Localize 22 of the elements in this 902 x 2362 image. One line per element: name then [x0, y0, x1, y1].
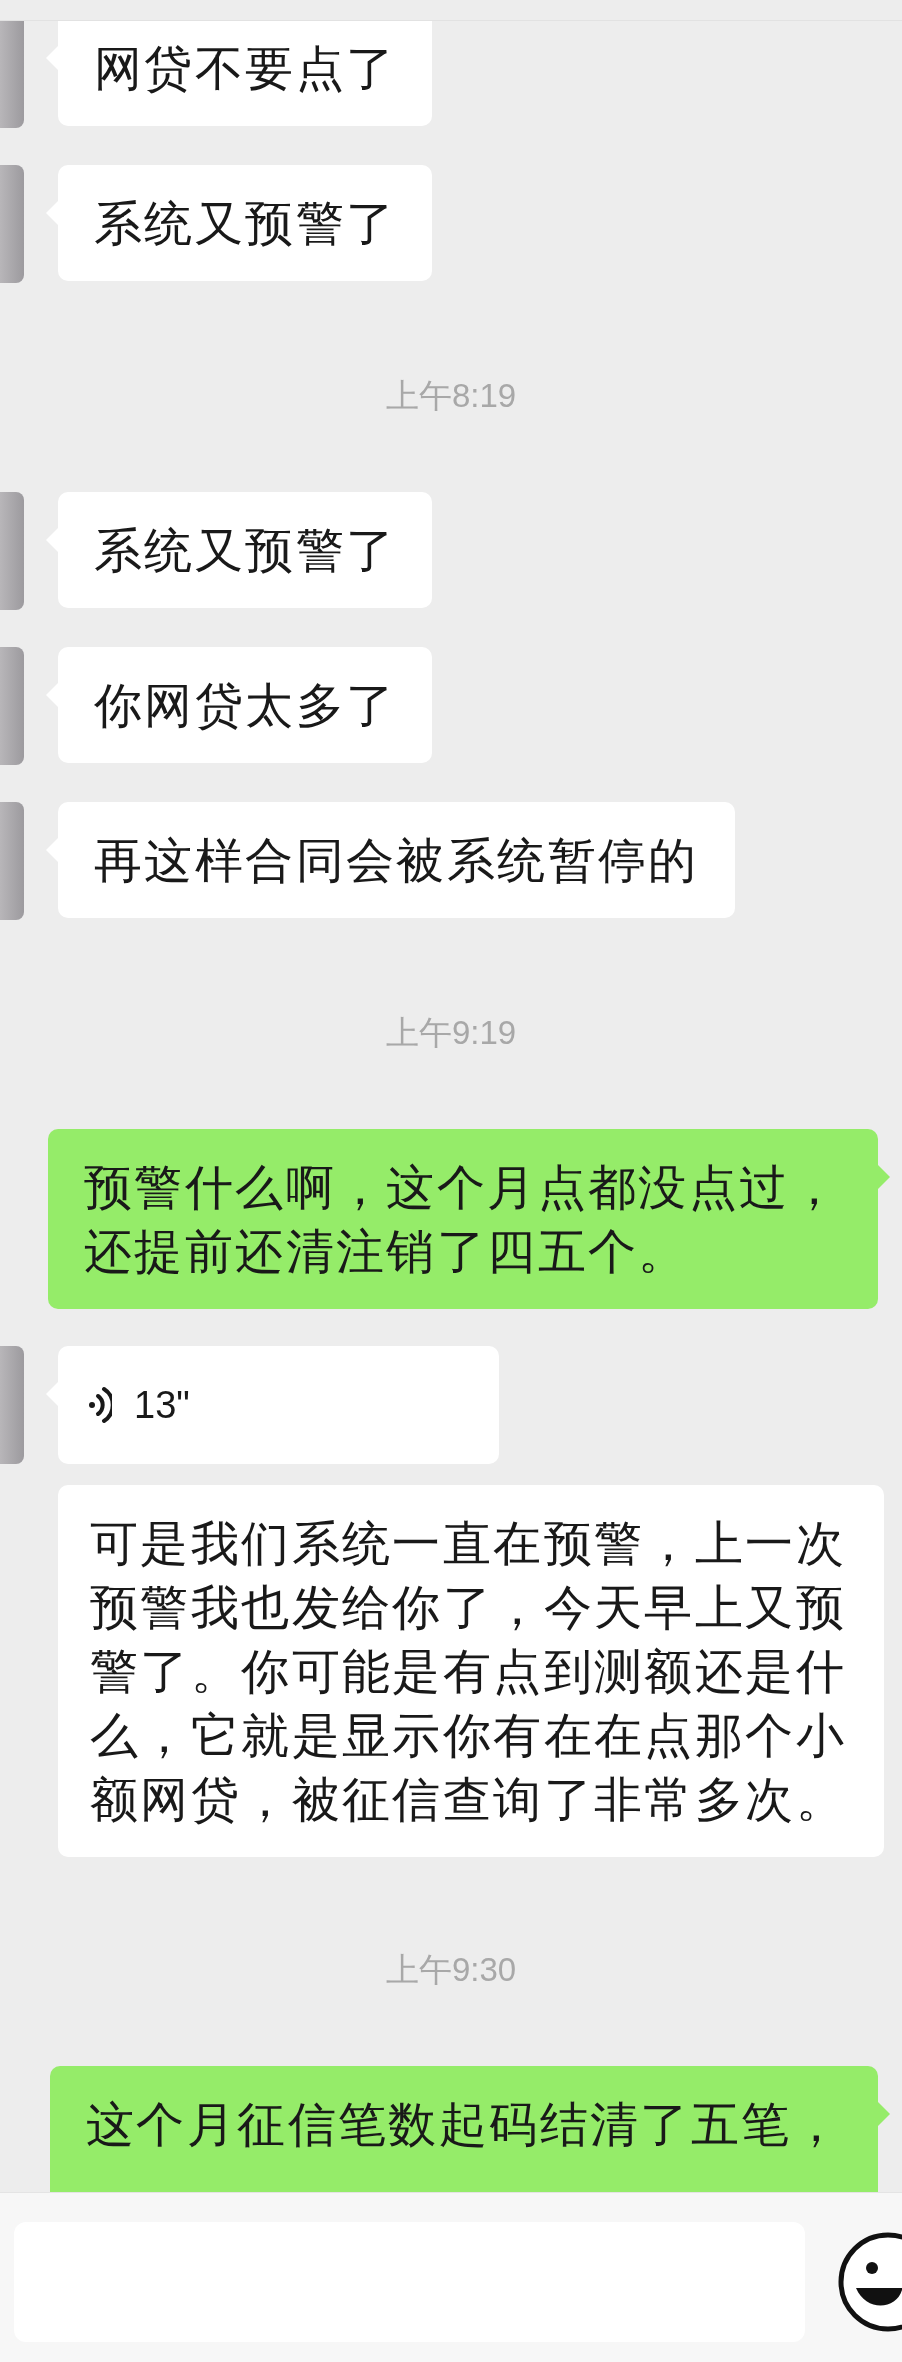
message-bubble: 你网贷太多了: [58, 647, 433, 763]
message-bubble: 这个月征信笔数起码结清了五笔，: [50, 2066, 878, 2192]
message-bubble: 预警什么啊，这个月点都没点过，还提前还清注销了四五个。: [48, 1129, 878, 1309]
avatar[interactable]: [0, 165, 24, 283]
avatar[interactable]: [0, 802, 24, 920]
bubble-tail: [878, 2102, 890, 2126]
message-bubble: 网贷不要点了: [58, 21, 433, 126]
bubble-tail: [878, 1165, 890, 1189]
timestamp: 上午9:19: [385, 1013, 517, 1053]
avatar[interactable]: [0, 1346, 24, 1464]
avatar[interactable]: [0, 492, 24, 610]
sound-wave-icon: [88, 1385, 112, 1425]
timestamp: 上午8:19: [385, 376, 517, 416]
voice-transcript: 可是我们系统一直在预警，上一次预警我也发给你了，今天早上又预警了。你可能是有点到测额还是什么，它就是显示你有在在点那个小额网贷，被征信查询了非常多次。: [58, 1485, 884, 1857]
avatar[interactable]: [0, 647, 24, 765]
voice-duration: 13": [134, 1383, 190, 1427]
avatar[interactable]: [0, 21, 24, 128]
message-bubble: 系统又预警了: [58, 165, 433, 281]
message-bubble: 再这样合同会被系统暂停的: [58, 802, 735, 918]
voice-message[interactable]: 13": [58, 1346, 499, 1464]
timestamp: 上午9:30: [385, 1950, 517, 1990]
message-bubble: 系统又预警了: [58, 492, 433, 608]
